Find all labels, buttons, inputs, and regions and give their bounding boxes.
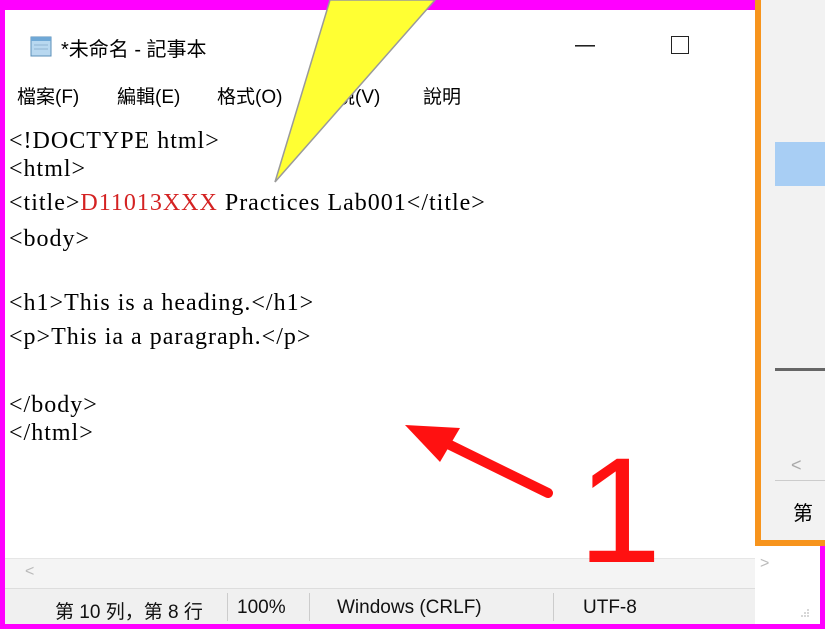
resize-grip-icon[interactable]: [800, 608, 810, 618]
selected-row: [775, 142, 825, 186]
background-status-text: 第: [793, 503, 813, 525]
chevron-left-icon[interactable]: <: [791, 455, 802, 476]
annotation-number: 1: [578, 426, 662, 594]
magenta-frame: [0, 0, 825, 629]
background-window[interactable]: < 第: [755, 0, 825, 546]
divider: [775, 480, 825, 481]
chevron-right-icon[interactable]: >: [760, 555, 769, 573]
divider: [775, 368, 825, 371]
